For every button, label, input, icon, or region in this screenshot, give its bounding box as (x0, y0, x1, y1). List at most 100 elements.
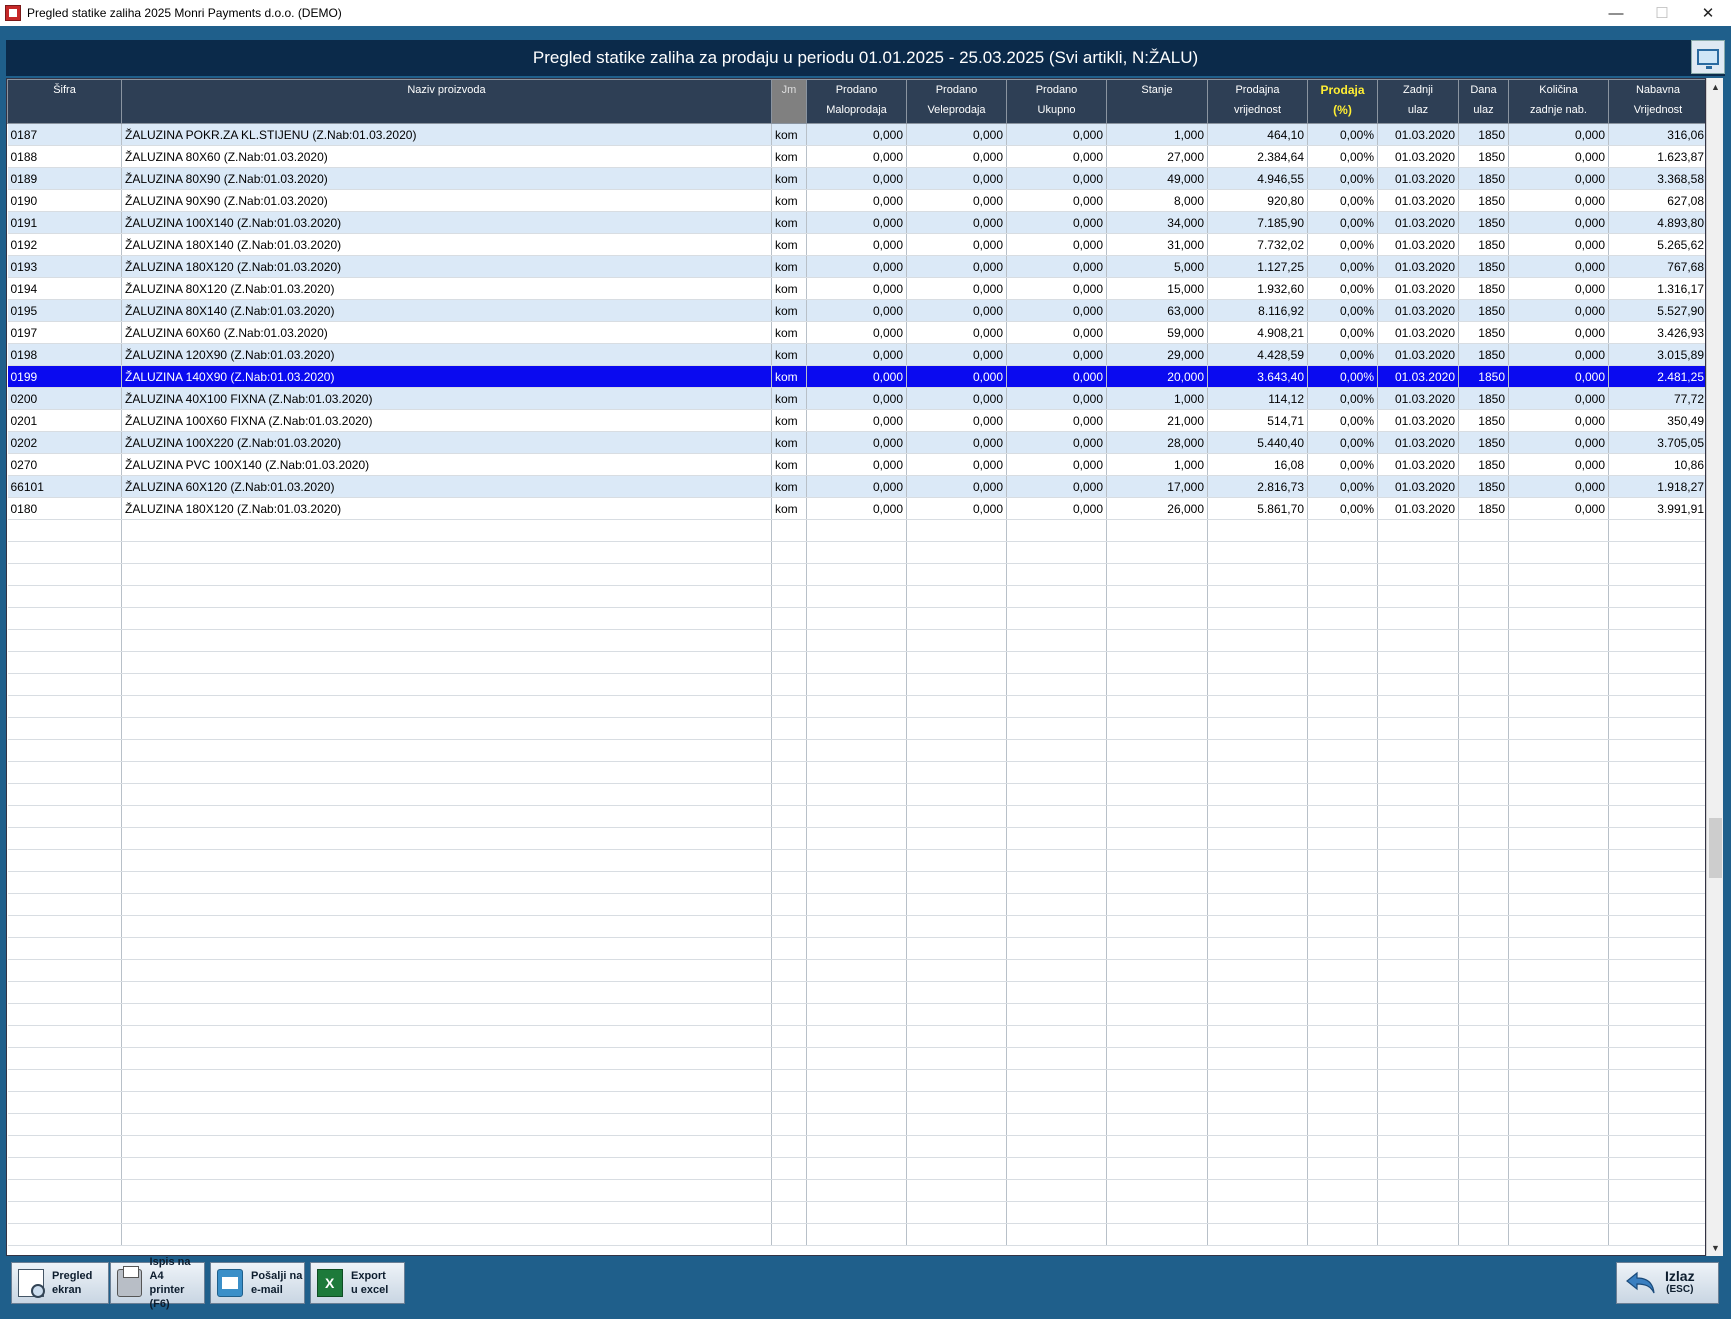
empty-cell (1458, 761, 1509, 784)
scroll-down-icon[interactable]: ▼ (1707, 1239, 1724, 1256)
table-row[interactable]: 0200 ŽALUZINA 40X100 FIXNA (Z.Nab:01.03.2… (7, 387, 1705, 410)
empty-cell (906, 607, 1007, 630)
empty-cell (1608, 1179, 1705, 1202)
export-excel-button[interactable]: Exportu excel (310, 1262, 405, 1304)
table-cell: 0,000 (1508, 497, 1609, 520)
screen-settings-button[interactable] (1691, 40, 1725, 74)
column-header[interactable]: Prodajna vrijednost (1207, 79, 1308, 124)
table-row[interactable]: 0192 ŽALUZINA 180X140 (Z.Nab:01.03.2020) k… (7, 233, 1705, 256)
empty-cell (771, 1157, 807, 1180)
column-header[interactable]: Nabavna Vrijednost (1608, 79, 1705, 124)
empty-cell (1006, 1157, 1107, 1180)
empty-cell (7, 541, 122, 564)
column-header[interactable]: Jm (771, 79, 807, 124)
column-header[interactable]: Količina zadnje nab. (1508, 79, 1609, 124)
column-header[interactable]: Naziv proizvoda (121, 79, 772, 124)
table-cell: 0,000 (806, 321, 907, 344)
empty-cell (121, 519, 772, 542)
table-cell: 0,000 (806, 123, 907, 146)
table-row[interactable]: 0198 ŽALUZINA 120X90 (Z.Nab:01.03.2020) ko… (7, 343, 1705, 366)
send-email-button[interactable]: Pošalji na e-mail (210, 1262, 305, 1304)
table-cell: 01.03.2020 (1377, 431, 1459, 454)
empty-cell (906, 761, 1007, 784)
table-cell: kom (771, 189, 807, 212)
empty-row (7, 783, 1705, 806)
table-row[interactable]: 0188 ŽALUZINA 80X60 (Z.Nab:01.03.2020) kom… (7, 145, 1705, 168)
table-cell: 0,000 (806, 211, 907, 234)
table-cell: 0270 (7, 453, 122, 476)
column-header[interactable]: Šifra (7, 79, 122, 124)
empty-cell (1458, 1113, 1509, 1136)
close-button[interactable]: ✕ (1685, 0, 1731, 26)
empty-cell (771, 1135, 807, 1158)
table-cell: 0,000 (906, 167, 1007, 190)
print-a4-button[interactable]: Ispis na A4 printer (F6) (110, 1256, 205, 1310)
table-cell: 0,000 (906, 497, 1007, 520)
table-row[interactable]: 0187 ŽALUZINA POKR.ZA KL.STIJENU (Z.Nab:0… (7, 123, 1705, 146)
table-row[interactable]: 0193 ŽALUZINA 180X120 (Z.Nab:01.03.2020) k… (7, 255, 1705, 278)
table-cell: 0,000 (806, 277, 907, 300)
vertical-scrollbar[interactable]: ▲ ▼ (1706, 78, 1723, 1256)
column-header-label: Prodaja (1320, 83, 1365, 97)
empty-cell (121, 1157, 772, 1180)
empty-cell (1106, 1091, 1208, 1114)
empty-cell (771, 585, 807, 608)
empty-cell (1207, 1047, 1308, 1070)
empty-cell (806, 1025, 907, 1048)
table-row[interactable]: 0270 ŽALUZINA PVC 100X140 (Z.Nab:01.03.20… (7, 453, 1705, 476)
table-row[interactable]: 0191 ŽALUZINA 100X140 (Z.Nab:01.03.2020) k… (7, 211, 1705, 234)
empty-cell (1207, 805, 1308, 828)
empty-cell (7, 1113, 122, 1136)
table-row[interactable]: 0190 ŽALUZINA 90X90 (Z.Nab:01.03.2020) kom… (7, 189, 1705, 212)
empty-cell (806, 607, 907, 630)
column-header[interactable]: Dana ulaz (1458, 79, 1509, 124)
empty-cell (1106, 893, 1208, 916)
table-row[interactable]: 0194 ŽALUZINA 80X120 (Z.Nab:01.03.2020) ko… (7, 277, 1705, 300)
scroll-thumb[interactable] (1709, 818, 1722, 878)
table-row[interactable]: 0197 ŽALUZINA 60X60 (Z.Nab:01.03.2020) kom… (7, 321, 1705, 344)
table-cell: 0,00% (1307, 167, 1378, 190)
column-header-label: Prodajna (1235, 84, 1280, 96)
table-row[interactable]: 0201 ŽALUZINA 100X60 FIXNA (Z.Nab:01.03.2… (7, 409, 1705, 432)
column-header[interactable]: Zadnji ulaz (1377, 79, 1459, 124)
empty-cell (806, 651, 907, 674)
table-cell: 01.03.2020 (1377, 167, 1459, 190)
table-cell: 0,000 (1006, 211, 1107, 234)
empty-cell (771, 607, 807, 630)
table-row[interactable]: 0189 ŽALUZINA 80X90 (Z.Nab:01.03.2020) kom… (7, 167, 1705, 190)
table-cell: kom (771, 431, 807, 454)
table-row[interactable]: 66101 ŽALUZINA 60X120 (Z.Nab:01.03.2020) k… (7, 475, 1705, 498)
empty-cell (1207, 695, 1308, 718)
empty-cell (1377, 739, 1459, 762)
preview-icon (18, 1269, 45, 1298)
table-cell: 1850 (1458, 409, 1509, 432)
empty-cell (1377, 1025, 1459, 1048)
table-row[interactable]: 0202 ŽALUZINA 100X220 (Z.Nab:01.03.2020) k… (7, 431, 1705, 454)
table-cell: 7.185,90 (1207, 211, 1308, 234)
empty-cell (1377, 1113, 1459, 1136)
table-cell: 0,000 (1508, 123, 1609, 146)
empty-cell (771, 849, 807, 872)
column-header[interactable]: Prodano Ukupno (1006, 79, 1107, 124)
column-header[interactable]: Stanje (1106, 79, 1208, 124)
empty-cell (1608, 1091, 1705, 1114)
minimize-button[interactable]: — (1593, 0, 1639, 26)
table-row[interactable]: 0180 ŽALUZINA 180X120 (Z.Nab:01.03.2020) k… (7, 497, 1705, 520)
table-row[interactable]: 0199 ŽALUZINA 140X90 (Z.Nab:01.03.2020) ko… (7, 365, 1705, 388)
exit-button[interactable]: Izlaz (ESC) (1616, 1262, 1719, 1304)
empty-cell (121, 915, 772, 938)
table-cell: 1850 (1458, 475, 1509, 498)
empty-cell (906, 1025, 1007, 1048)
table-cell: 5.861,70 (1207, 497, 1308, 520)
table-cell: 1.932,60 (1207, 277, 1308, 300)
preview-screen-button[interactable]: Pregled ekran (11, 1262, 109, 1304)
table-cell: 8,000 (1106, 189, 1208, 212)
column-header[interactable]: Prodaja (%) (1307, 79, 1378, 124)
table-row[interactable]: 0195 ŽALUZINA 80X140 (Z.Nab:01.03.2020) ko… (7, 299, 1705, 322)
column-header[interactable]: Prodano Maloprodaja (806, 79, 907, 124)
scroll-up-icon[interactable]: ▲ (1707, 78, 1724, 95)
column-header-sublabel: Maloprodaja (826, 104, 887, 116)
column-header[interactable]: Prodano Veleprodaja (906, 79, 1007, 124)
table-cell: 0,000 (1006, 233, 1107, 256)
empty-cell (1608, 629, 1705, 652)
